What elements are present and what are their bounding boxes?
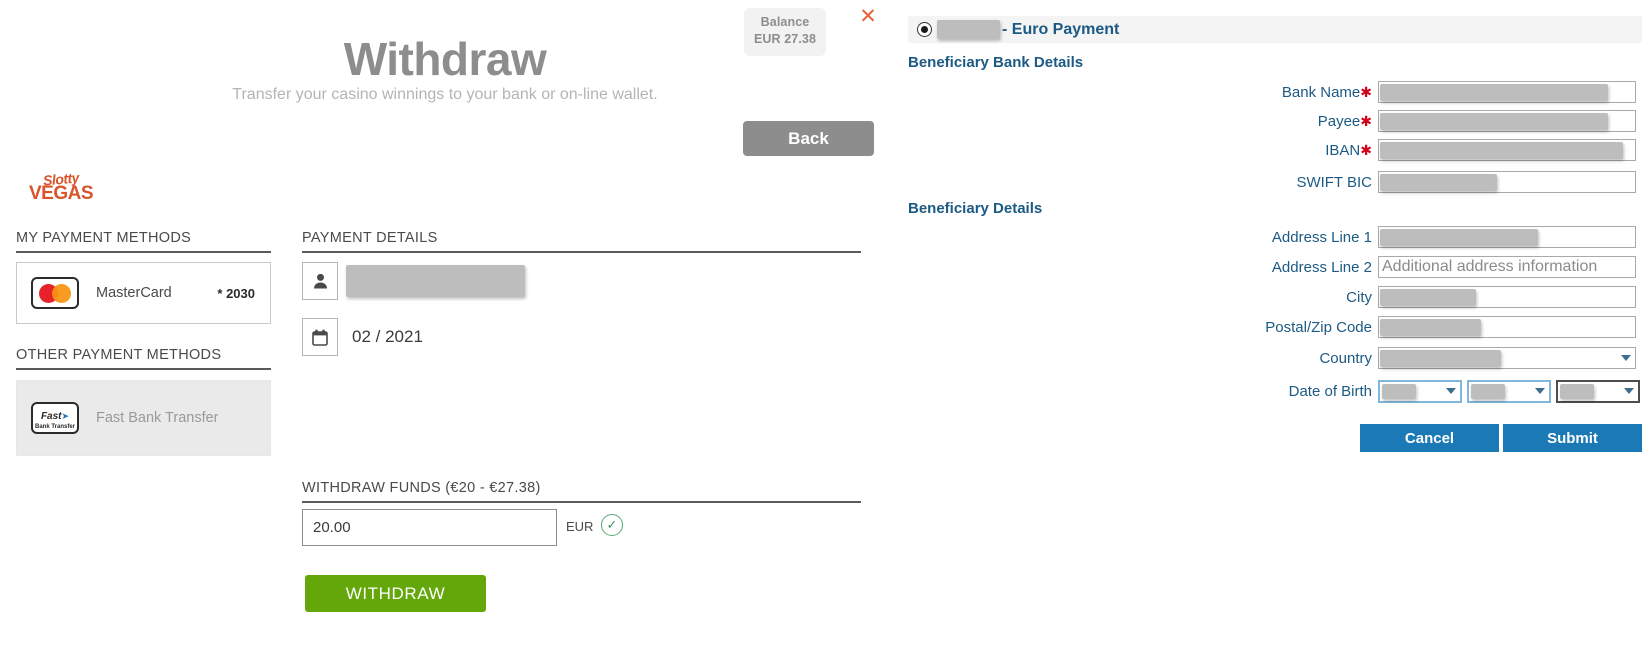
group-heading-beneficiary-details: Beneficiary Details	[908, 200, 1043, 217]
withdraw-amount-input[interactable]	[302, 509, 557, 546]
casino-withdraw-panel: Balance EUR 27.38 ✕ Withdraw Transfer yo…	[0, 0, 900, 651]
cardholder-name-redacted[interactable]	[346, 265, 525, 297]
cancel-button[interactable]: Cancel	[1360, 424, 1499, 452]
submit-button[interactable]: Submit	[1503, 424, 1642, 452]
euro-payment-form-panel: - Euro Payment Beneficiary Bank Details …	[900, 0, 1642, 651]
field-value-redacted	[1380, 288, 1476, 306]
payment-method-fast-bank-transfer[interactable]: Fast➤ Bank Transfer Fast Bank Transfer	[16, 380, 271, 456]
date-of-birth-month-select[interactable]	[1467, 379, 1551, 403]
section-my-payment-methods: MY PAYMENT METHODS	[16, 230, 271, 253]
required-asterisk: ✱	[1360, 112, 1372, 129]
person-icon	[302, 262, 338, 300]
field-input-bank-name[interactable]	[1378, 81, 1636, 103]
payment-detail-expiry-row: 02 / 2021	[302, 318, 423, 356]
mastercard-logo	[31, 277, 79, 309]
withdraw-currency-label: EUR	[566, 519, 594, 534]
field-label-address-line-2: Address Line 2	[1271, 258, 1372, 276]
fast-bank-logo-line-1: Fast	[40, 410, 62, 422]
group-heading-bank-details: Beneficiary Bank Details	[908, 54, 1084, 71]
field-row-country: Country	[908, 347, 1642, 369]
field-label-swift-bic: SWIFT BIC	[1296, 173, 1372, 191]
field-input-postal-zip-code[interactable]	[1378, 316, 1636, 338]
fast-bank-transfer-logo: Fast➤ Bank Transfer	[31, 402, 79, 434]
section-payment-details: PAYMENT DETAILS	[302, 230, 861, 253]
required-asterisk: ✱	[1360, 141, 1372, 158]
section-other-payment-methods: OTHER PAYMENT METHODS	[16, 347, 271, 370]
select-value-redacted	[1382, 383, 1416, 399]
chevron-down-icon[interactable]	[1535, 388, 1545, 394]
field-row-address-line-2: Address Line 2 Additional address informa…	[908, 256, 1642, 278]
select-value-redacted	[1471, 383, 1505, 399]
field-label-postal-zip-code: Postal/Zip Code	[1265, 318, 1372, 336]
field-input-swift-bic[interactable]	[1378, 171, 1636, 193]
section-withdraw-funds: WITHDRAW FUNDS (€20 - €27.38)	[302, 480, 861, 503]
payment-method-name: Fast Bank Transfer	[96, 410, 219, 426]
payment-method-mastercard[interactable]: MasterCard * 2030	[16, 262, 271, 324]
field-input-payee[interactable]	[1378, 110, 1636, 132]
withdraw-button[interactable]: WITHDRAW	[305, 575, 486, 612]
field-row-payee: Payee✱	[908, 110, 1642, 132]
radio-selected-icon[interactable]	[917, 22, 932, 37]
field-label-date-of-birth: Date of Birth	[1288, 382, 1372, 400]
field-row-swift-bic: SWIFT BIC	[908, 171, 1642, 193]
field-input-address-line-1[interactable]	[1378, 226, 1636, 248]
field-input-city[interactable]	[1378, 286, 1636, 308]
form-action-buttons: Cancel Submit	[908, 424, 1642, 452]
field-value-redacted	[1380, 349, 1501, 367]
field-input-iban[interactable]	[1378, 139, 1636, 161]
field-label-payee: Payee✱	[1317, 112, 1372, 130]
payment-method-last4: * 2030	[217, 285, 255, 301]
field-label-iban: IBAN✱	[1325, 141, 1372, 159]
field-row-iban: IBAN✱	[908, 139, 1642, 161]
select-value-redacted	[1560, 383, 1594, 399]
payment-method-name: MasterCard	[96, 285, 172, 301]
field-row-city: City	[908, 286, 1642, 308]
page-subtitle: Transfer your casino winnings to your ba…	[232, 86, 658, 103]
calendar-icon	[302, 318, 338, 356]
field-input-country[interactable]	[1378, 347, 1636, 369]
euro-payment-title: - Euro Payment	[1002, 20, 1120, 38]
field-row-postal-zip-code: Postal/Zip Code	[908, 316, 1642, 338]
page-title: Withdraw	[343, 33, 547, 85]
check-circle-icon: ✓	[601, 514, 623, 536]
payment-detail-cardholder-row	[302, 262, 525, 300]
date-of-birth-day-select[interactable]	[1378, 379, 1462, 403]
field-row-date-of-birth: Date of Birth	[908, 379, 1642, 403]
field-value-redacted	[1380, 112, 1608, 130]
card-expiry-value: 02 / 2021	[352, 327, 423, 346]
balance-label: Balance	[760, 15, 810, 29]
field-row-bank-name: Bank Name✱	[908, 81, 1642, 103]
slotty-vegas-logo: Slotty VEGAS	[28, 169, 94, 206]
close-icon[interactable]: ✕	[857, 6, 879, 28]
chevron-down-icon[interactable]	[1624, 388, 1634, 394]
field-value-redacted	[1380, 318, 1481, 336]
date-of-birth-year-select[interactable]	[1556, 379, 1640, 403]
chevron-down-icon[interactable]	[1621, 355, 1631, 361]
field-label-bank-name: Bank Name✱	[1281, 83, 1372, 101]
swoosh-icon: ➤	[61, 410, 70, 421]
field-input-address-line-2[interactable]: Additional address information	[1378, 256, 1636, 278]
field-value-redacted	[1380, 141, 1623, 159]
chevron-down-icon[interactable]	[1446, 388, 1456, 394]
field-label-address-line-1: Address Line 1	[1271, 228, 1372, 246]
fast-bank-logo-line-2: Bank Transfer	[34, 423, 76, 430]
field-row-address-line-1: Address Line 1	[908, 226, 1642, 248]
back-button[interactable]: Back	[743, 121, 874, 156]
provider-name-redacted	[937, 20, 1000, 39]
field-placeholder: Additional address information	[1382, 258, 1598, 275]
euro-payment-titlebar: - Euro Payment	[908, 16, 1642, 43]
field-value-redacted	[1380, 173, 1497, 191]
field-value-redacted	[1380, 83, 1608, 101]
field-label-city: City	[1346, 288, 1372, 306]
field-label-country: Country	[1319, 349, 1372, 367]
field-value-redacted	[1380, 228, 1538, 246]
required-asterisk: ✱	[1360, 83, 1372, 100]
